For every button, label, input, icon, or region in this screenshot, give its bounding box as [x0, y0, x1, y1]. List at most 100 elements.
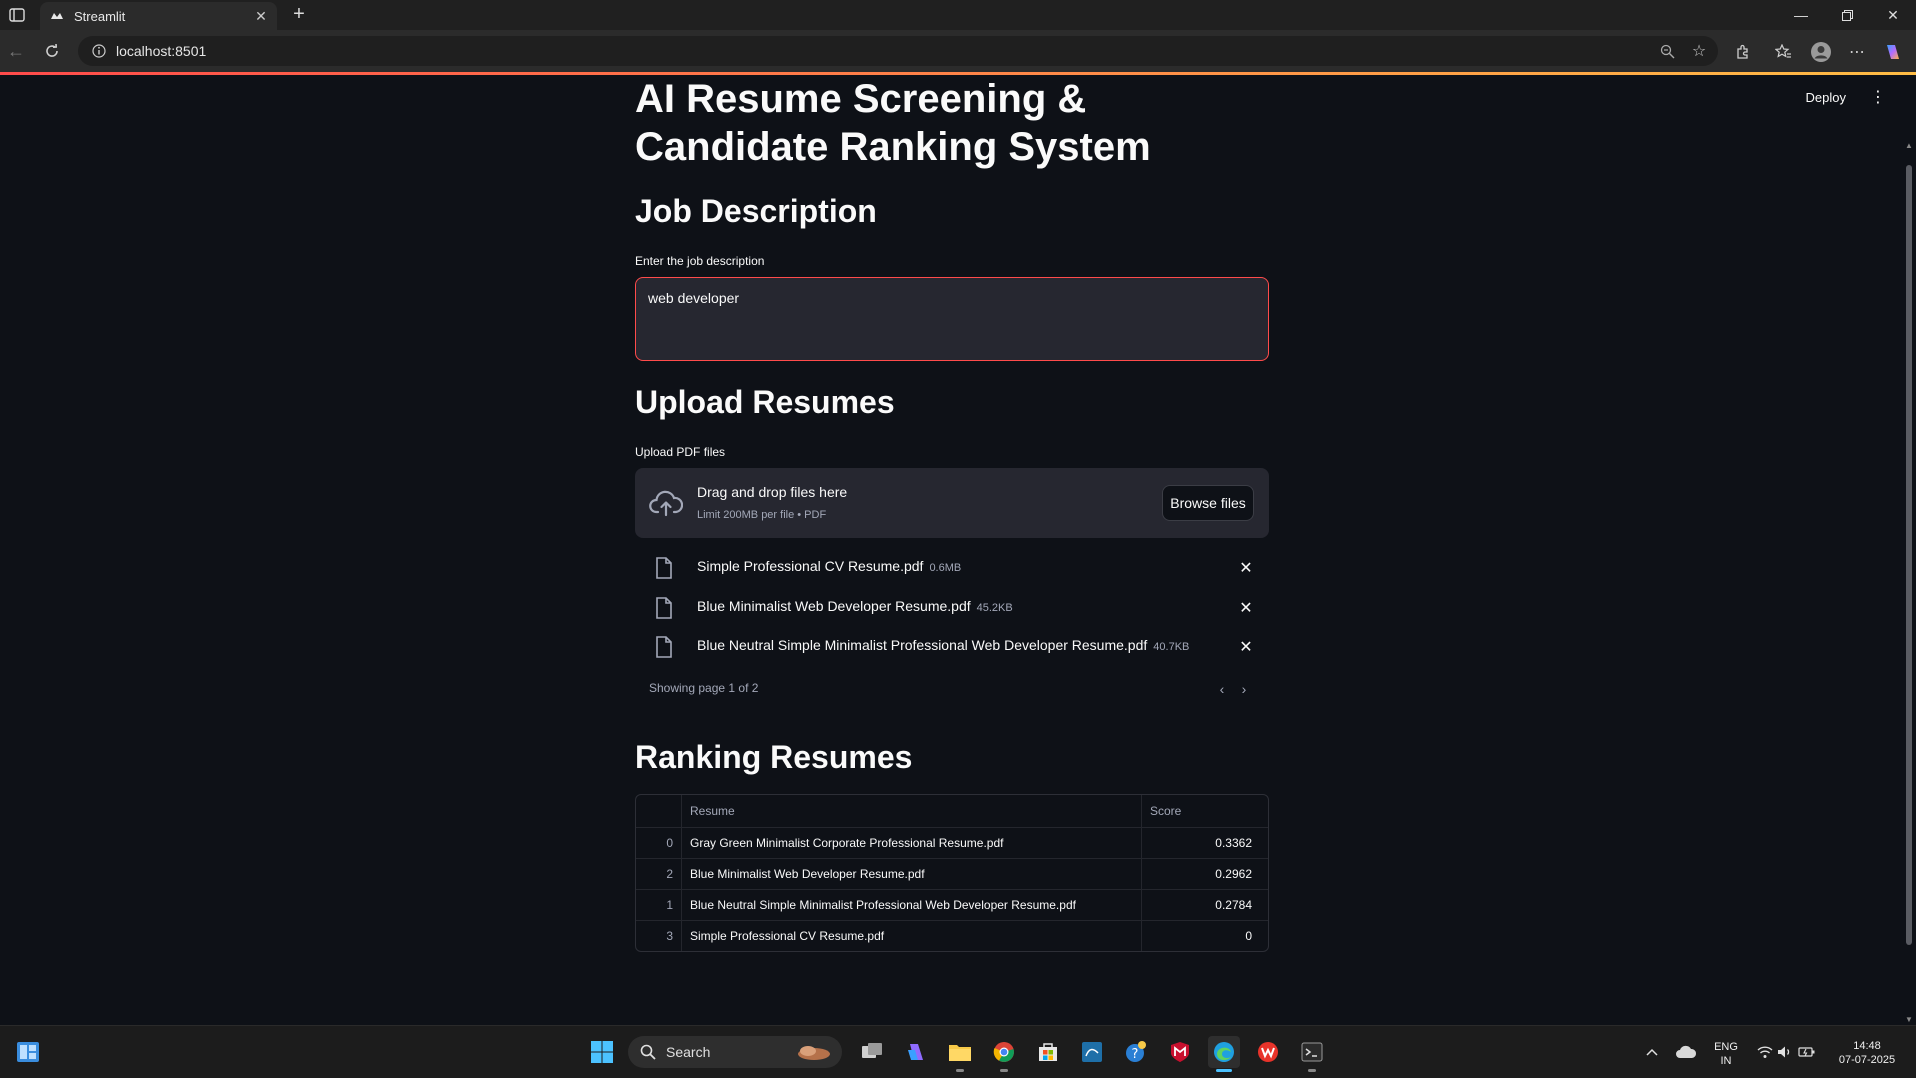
ranking-dataframe[interactable]: Resume Score 0 Gray Green Minimalist Cor…	[635, 794, 1269, 952]
row-index: 0	[636, 827, 682, 858]
close-window-icon[interactable]: ✕	[1870, 0, 1916, 30]
file-name: Simple Professional CV Resume.pdf 0.6MB	[697, 558, 961, 574]
mcafee-icon[interactable]	[1164, 1036, 1196, 1068]
file-dropzone[interactable]: Drag and drop files here Limit 200MB per…	[635, 468, 1269, 538]
zoom-icon[interactable]	[1654, 38, 1680, 64]
file-name: Blue Minimalist Web Developer Resume.pdf…	[697, 598, 1013, 614]
restore-icon[interactable]	[1824, 0, 1870, 30]
table-row: 1 Blue Neutral Simple Minimalist Profess…	[636, 889, 1268, 921]
score-cell[interactable]: 0.3362	[1142, 827, 1260, 858]
profile-avatar-icon[interactable]	[1808, 39, 1834, 65]
file-size: 40.7KB	[1153, 641, 1190, 653]
favorite-star-icon[interactable]: ☆	[1686, 38, 1712, 64]
next-page-icon[interactable]: ›	[1236, 681, 1252, 697]
row-index: 3	[636, 920, 682, 951]
previous-page-icon[interactable]: ‹	[1214, 681, 1230, 697]
widgets-icon[interactable]	[12, 1036, 44, 1068]
table-header-row: Resume Score	[636, 795, 1268, 828]
task-view-icon[interactable]	[856, 1036, 888, 1068]
file-size: 0.6MB	[929, 562, 962, 574]
edge-icon[interactable]	[1208, 1036, 1240, 1072]
start-icon[interactable]	[586, 1036, 618, 1068]
tab-close-icon[interactable]: ✕	[251, 6, 271, 26]
browser-tab[interactable]: Streamlit ✕	[40, 2, 277, 30]
scrollbar-thumb[interactable]	[1906, 165, 1912, 945]
onedrive-icon[interactable]	[1672, 1036, 1700, 1068]
remove-file-icon[interactable]: ✕	[1237, 599, 1255, 617]
browser-tab-bar: Streamlit ✕ + — ✕	[0, 0, 1916, 30]
url-text: localhost:8501	[116, 43, 207, 59]
tab-actions-icon[interactable]	[6, 4, 28, 26]
resume-column-header[interactable]: Resume	[682, 795, 1142, 827]
microsoft-store-icon[interactable]	[1032, 1036, 1064, 1068]
score-cell[interactable]: 0.2962	[1142, 858, 1260, 889]
wifi-icon[interactable]	[1754, 1036, 1776, 1068]
new-tab-icon[interactable]: +	[288, 4, 310, 26]
volume-icon[interactable]	[1774, 1036, 1796, 1068]
address-bar[interactable]: localhost:8501 ☆	[78, 36, 1718, 66]
wps-office-icon[interactable]	[1252, 1036, 1284, 1068]
file-pager: Showing page 1 of 2 ‹ ›	[635, 679, 1269, 699]
row-index: 2	[636, 858, 682, 889]
job-description-input-wrap: web developer	[635, 277, 1269, 361]
battery-icon[interactable]	[1796, 1036, 1818, 1068]
site-info-icon[interactable]	[90, 42, 108, 60]
remove-file-icon[interactable]: ✕	[1237, 638, 1255, 656]
favorites-icon[interactable]	[1770, 39, 1796, 65]
search-highlight-icon	[794, 1042, 834, 1062]
job-description-section: Job Description	[635, 193, 1269, 230]
copilot-icon[interactable]	[1880, 39, 1906, 65]
tray-overflow-icon[interactable]	[1640, 1036, 1664, 1068]
dropzone-limit: Limit 200MB per file • PDF	[697, 509, 827, 521]
upload-dropzone-wrap: Drag and drop files here Limit 200MB per…	[635, 468, 1269, 538]
windows-taskbar: Search ? ENG IN 14:48 07-07-2025	[0, 1025, 1916, 1078]
mysql-workbench-icon[interactable]	[1076, 1036, 1108, 1068]
remove-file-icon[interactable]: ✕	[1237, 559, 1255, 577]
file-icon	[656, 557, 672, 579]
scroll-down-arrow-icon[interactable]: ▼	[1905, 1015, 1913, 1024]
resume-cell[interactable]: Blue Minimalist Web Developer Resume.pdf	[682, 858, 1142, 889]
clock[interactable]: 14:48 07-07-2025	[1832, 1039, 1902, 1067]
ranking-heading: Ranking Resumes	[635, 739, 913, 775]
minimize-icon[interactable]: —	[1778, 0, 1824, 30]
deploy-button[interactable]: Deploy	[1806, 90, 1846, 105]
chrome-icon[interactable]	[988, 1036, 1020, 1072]
file-icon	[656, 636, 672, 658]
resume-cell[interactable]: Gray Green Minimalist Corporate Professi…	[682, 827, 1142, 858]
score-column-header[interactable]: Score	[1142, 795, 1260, 827]
clock-time: 14:48	[1853, 1040, 1881, 1052]
ranking-section: Ranking Resumes	[635, 739, 1269, 776]
extensions-icon[interactable]	[1730, 39, 1756, 65]
terminal-icon[interactable]	[1296, 1036, 1328, 1072]
index-column-header	[636, 795, 682, 827]
back-icon[interactable]: ←	[4, 39, 28, 63]
file-size: 45.2KB	[976, 602, 1013, 614]
uploaded-file-row: Simple Professional CV Resume.pdf 0.6MB ✕	[635, 550, 1269, 588]
score-cell[interactable]: 0	[1142, 920, 1260, 951]
refresh-icon[interactable]	[40, 39, 64, 63]
resume-cell[interactable]: Blue Neutral Simple Minimalist Professio…	[682, 889, 1142, 920]
page-title: AI Resume Screening & Candidate Ranking …	[635, 77, 1151, 169]
upload-label: Upload PDF files	[635, 445, 726, 459]
main-menu-icon[interactable]: ⋮	[1868, 87, 1888, 107]
resume-cell[interactable]: Simple Professional CV Resume.pdf	[682, 920, 1142, 951]
uploaded-files-list: Simple Professional CV Resume.pdf 0.6MB ✕…	[635, 550, 1269, 680]
clock-date: 07-07-2025	[1838, 1054, 1896, 1066]
copilot-app-icon[interactable]	[900, 1036, 932, 1068]
running-indicator	[1000, 1069, 1008, 1072]
file-explorer-icon[interactable]	[944, 1036, 976, 1072]
table-row: 3 Simple Professional CV Resume.pdf 0	[636, 920, 1268, 951]
taskbar-search[interactable]: Search	[628, 1036, 842, 1068]
language-indicator[interactable]: ENG IN	[1708, 1040, 1744, 1068]
settings-more-icon[interactable]: ⋯	[1844, 39, 1870, 65]
title-block: AI Resume Screening & Candidate Ranking …	[635, 75, 1269, 171]
job-description-textarea[interactable]: web developer	[635, 277, 1269, 361]
running-indicator	[1308, 1069, 1316, 1072]
file-name-text: Blue Neutral Simple Minimalist Professio…	[697, 637, 1148, 653]
browse-files-button[interactable]: Browse files	[1162, 485, 1254, 521]
scroll-up-arrow-icon[interactable]: ▲	[1905, 141, 1913, 150]
help-app-icon[interactable]: ?	[1120, 1036, 1152, 1068]
score-cell[interactable]: 0.2784	[1142, 889, 1260, 920]
tab-title: Streamlit	[74, 8, 126, 24]
language-primary: ENG	[1714, 1041, 1738, 1053]
